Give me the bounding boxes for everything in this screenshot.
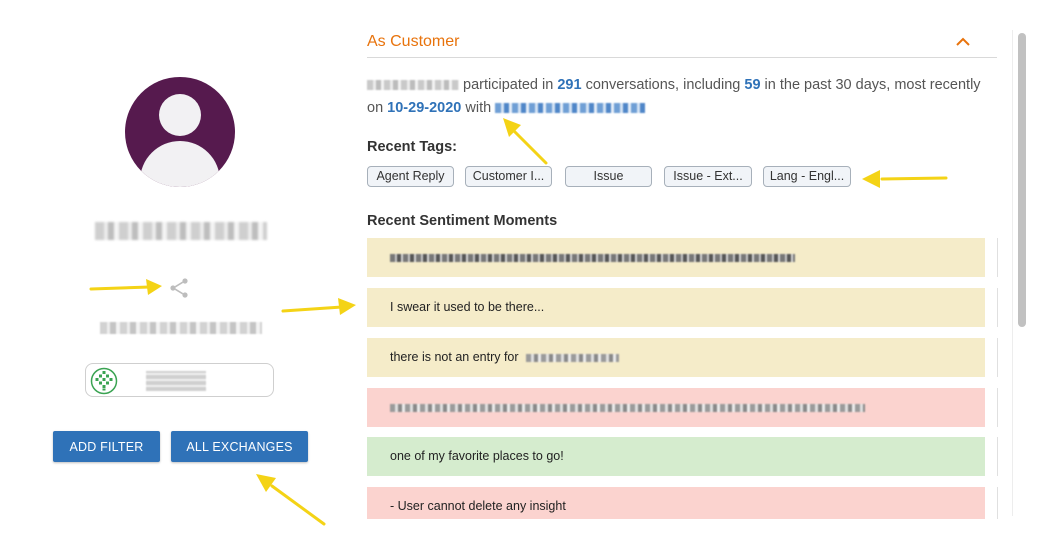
avatar-head — [159, 94, 201, 136]
section-divider — [367, 57, 997, 58]
moment-text: I swear it used to be there... — [390, 300, 545, 314]
sentiment-moment[interactable] — [367, 388, 985, 427]
moment-text: there is not an entry for — [390, 350, 519, 364]
row-divider — [997, 437, 998, 476]
sentiment-moment[interactable]: one of my favorite places to go! — [367, 437, 985, 476]
recent-tags-label: Recent Tags: — [367, 139, 457, 155]
customer-name-redacted-inline — [367, 80, 459, 91]
account-name-redacted — [146, 371, 206, 391]
row-divider — [997, 388, 998, 427]
summary-text: conversations, including — [585, 77, 741, 93]
summary-text: participated in — [463, 77, 554, 93]
row-divider — [997, 288, 998, 327]
sentiment-moment[interactable]: I swear it used to be there... — [367, 288, 985, 327]
tag-chip[interactable]: Issue - Ext... — [664, 166, 752, 187]
avatar — [125, 77, 235, 187]
row-divider — [997, 487, 998, 519]
recent-conversation-count: 59 — [744, 77, 761, 93]
moment-text-redacted — [390, 253, 795, 262]
tag-chip[interactable]: Agent Reply — [367, 166, 454, 187]
participation-summary: participated in 291 conversations, inclu… — [367, 74, 987, 120]
chevron-up-icon[interactable] — [955, 34, 971, 50]
sentiment-moments-label: Recent Sentiment Moments — [367, 213, 558, 229]
sentiment-moment[interactable] — [367, 238, 985, 277]
last-conversation-date: 10-29-2020 — [387, 100, 462, 116]
section-title[interactable]: As Customer — [367, 33, 459, 51]
green-diamond-logo-icon — [90, 367, 118, 395]
customer-email-redacted — [100, 322, 262, 334]
moment-text-redacted — [526, 353, 620, 362]
row-divider — [997, 238, 998, 277]
share-icon[interactable] — [167, 276, 191, 300]
scroll-gutter — [1012, 30, 1013, 516]
all-exchanges-button[interactable]: ALL EXCHANGES — [171, 431, 308, 462]
moment-text-redacted — [390, 403, 865, 412]
scrollbar-thumb[interactable] — [1018, 33, 1026, 327]
sentiment-moment[interactable]: there is not an entry for — [367, 338, 985, 377]
profile-panel: ADD FILTER ALL EXCHANGES — [0, 0, 355, 539]
tag-chip[interactable]: Issue — [565, 166, 652, 187]
add-filter-button[interactable]: ADD FILTER — [53, 431, 160, 462]
moment-text: one of my favorite places to go! — [390, 449, 564, 463]
summary-text: with — [465, 100, 492, 116]
tag-chip[interactable]: Customer I... — [465, 166, 552, 187]
avatar-body — [140, 141, 220, 187]
agent-name-redacted — [495, 103, 646, 114]
moment-text: - User cannot delete any insight — [390, 499, 566, 513]
customer-name-redacted — [95, 222, 267, 240]
row-divider — [997, 338, 998, 377]
conversation-count: 291 — [557, 77, 582, 93]
customer-details-panel: As Customer participated in 291 conversa… — [355, 0, 1044, 539]
sentiment-moment[interactable]: - User cannot delete any insight — [367, 487, 985, 519]
customer-profile-page: ADD FILTER ALL EXCHANGES As Customer par… — [0, 0, 1044, 539]
tag-chip[interactable]: Lang - Engl... — [763, 166, 851, 187]
account-chip[interactable] — [85, 363, 274, 397]
